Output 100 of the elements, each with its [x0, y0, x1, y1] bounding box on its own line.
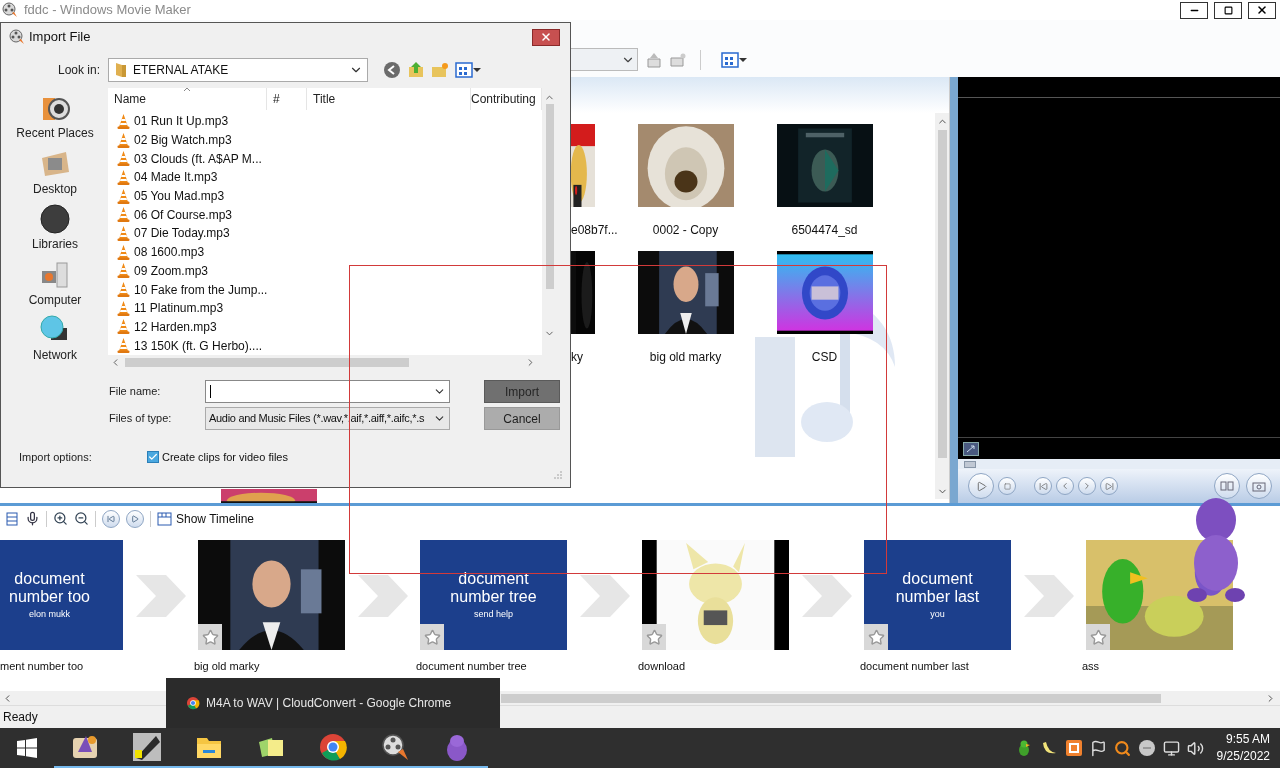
play-icon: [975, 480, 987, 492]
check-icon: [148, 452, 158, 462]
file-row[interactable]: 12 Harden.mp3: [108, 317, 267, 337]
view-menu-icon[interactable]: [455, 62, 481, 78]
file-row[interactable]: 02 Big Watch.mp3: [108, 130, 267, 150]
look-in-dropdown[interactable]: ETERNAL ATAKE: [108, 58, 368, 82]
media-label: 6504474_sd: [791, 222, 858, 240]
look-in-label: Look in:: [56, 62, 100, 79]
file-row[interactable]: 10 Fake from the Jump...: [108, 280, 267, 299]
file-name-field[interactable]: [205, 380, 450, 403]
places-item[interactable]: Desktop: [7, 147, 103, 204]
up-folder-icon[interactable]: [407, 61, 425, 79]
close-icon: [1256, 4, 1268, 17]
places-item[interactable]: Libraries: [7, 203, 103, 259]
scroll-right-icon[interactable]: [1265, 692, 1276, 704]
microphone-icon[interactable]: [25, 511, 40, 527]
show-timeline-button[interactable]: Show Timeline: [157, 509, 255, 528]
clock[interactable]: 9:55 AM 9/25/2022: [1216, 731, 1270, 765]
file-row[interactable]: 05 You Mad.mp3: [108, 186, 267, 206]
slide-subtitle: elon mukk: [29, 607, 70, 621]
file-row[interactable]: 06 Of Course.mp3: [108, 205, 267, 225]
volume-icon[interactable]: [1186, 739, 1204, 757]
step-forward-icon: [1082, 481, 1092, 492]
traffic-cone-icon: [117, 244, 130, 260]
traffic-cone-icon: [117, 113, 130, 129]
scrollbar-thumb[interactable]: [501, 693, 1161, 703]
view-menu-icon[interactable]: [721, 51, 747, 68]
fullscreen-icon[interactable]: [963, 441, 979, 456]
star-icon: [1089, 628, 1107, 646]
slide-title-line: document: [14, 569, 85, 588]
split-button[interactable]: [1214, 473, 1240, 500]
text-cursor: [210, 385, 211, 398]
back-icon[interactable]: [383, 61, 401, 79]
storyboard-icon[interactable]: [5, 511, 19, 526]
play-button[interactable]: [968, 473, 994, 500]
snapshot-button[interactable]: [1246, 473, 1272, 500]
close-button[interactable]: [532, 28, 560, 46]
search-icon[interactable]: [1113, 739, 1131, 757]
stop-button[interactable]: [998, 477, 1016, 496]
play-button[interactable]: [126, 509, 144, 528]
column-header[interactable]: #: [267, 88, 307, 110]
close-button[interactable]: [1248, 1, 1276, 19]
rewind-icon: [107, 514, 115, 523]
file-row[interactable]: 08 1600.mp3: [108, 242, 267, 262]
traffic-cone-icon: [117, 263, 130, 279]
flag-icon[interactable]: [1089, 739, 1107, 757]
column-header[interactable]: Title: [307, 88, 471, 110]
new-folder-icon[interactable]: [670, 51, 686, 68]
up-folder-icon[interactable]: [646, 51, 662, 68]
file-row[interactable]: 01 Run It Up.mp3: [108, 112, 267, 131]
reel-icon: [380, 732, 410, 762]
minimize-button[interactable]: [1180, 1, 1208, 19]
file-row[interactable]: 03 Clouds (ft. A$AP M...: [108, 149, 267, 169]
step-back-button[interactable]: [1056, 477, 1074, 496]
clip-label: document number last: [860, 659, 970, 675]
step-forward-button[interactable]: [1078, 477, 1096, 496]
cancel-button[interactable]: Cancel: [484, 407, 560, 430]
file-row[interactable]: 09 Zoom.mp3: [108, 261, 267, 281]
zoom-out-icon[interactable]: [74, 511, 89, 527]
network-icon[interactable]: [1162, 739, 1180, 757]
column-header[interactable]: Name: [108, 88, 267, 110]
restore-button[interactable]: [1214, 1, 1242, 19]
globe-icon: [318, 732, 348, 762]
film-reel-icon: [9, 29, 25, 45]
play-icon: [131, 514, 139, 523]
clip-label: big old marky: [194, 659, 261, 675]
preview-title: M4A to WAV | CloudConvert - Google Chrome: [206, 695, 452, 712]
traffic-cone-icon: [117, 188, 130, 204]
square-app-icon[interactable]: [1064, 739, 1083, 757]
vertical-scrollbar[interactable]: [935, 113, 949, 500]
file-row[interactable]: 11 Platinum.mp3: [108, 298, 267, 318]
clip-label: download: [638, 659, 687, 675]
dropdown[interactable]: [570, 48, 638, 72]
circle-icon[interactable]: [1137, 739, 1156, 757]
seek-thumb[interactable]: [964, 460, 976, 468]
star-icon: [645, 628, 663, 646]
rewind-button[interactable]: [102, 509, 120, 528]
file-row[interactable]: 04 Made It.mp3: [108, 168, 267, 187]
file-row[interactable]: 13 150K (ft. G Herbo)....: [108, 336, 267, 355]
scrollbar-thumb[interactable]: [125, 358, 409, 367]
traffic-cone-icon: [117, 169, 130, 185]
file-row[interactable]: 07 Die Today.mp3: [108, 224, 267, 243]
star-icon: [867, 628, 885, 646]
zoom-in-icon[interactable]: [53, 511, 68, 527]
slide-title-line: document: [902, 569, 973, 588]
scrollbar-thumb[interactable]: [545, 104, 554, 289]
previous-button[interactable]: [1034, 477, 1052, 496]
slide-subtitle: send help: [473, 607, 513, 621]
places-item[interactable]: Network: [7, 314, 103, 370]
create-clips-checkbox[interactable]: [147, 451, 159, 463]
scrollbar-thumb[interactable]: [938, 130, 947, 459]
clip-label: document number tree: [416, 659, 528, 675]
media-label: 0002 - Copy: [652, 222, 719, 240]
places-item[interactable]: Computer: [7, 258, 103, 315]
media-label: ky: [571, 349, 583, 367]
new-folder-icon[interactable]: [431, 61, 449, 79]
libraries-icon: [39, 203, 71, 236]
next-button[interactable]: [1100, 477, 1118, 496]
star-icon: [423, 628, 441, 646]
places-item[interactable]: Recent Places: [7, 92, 103, 148]
